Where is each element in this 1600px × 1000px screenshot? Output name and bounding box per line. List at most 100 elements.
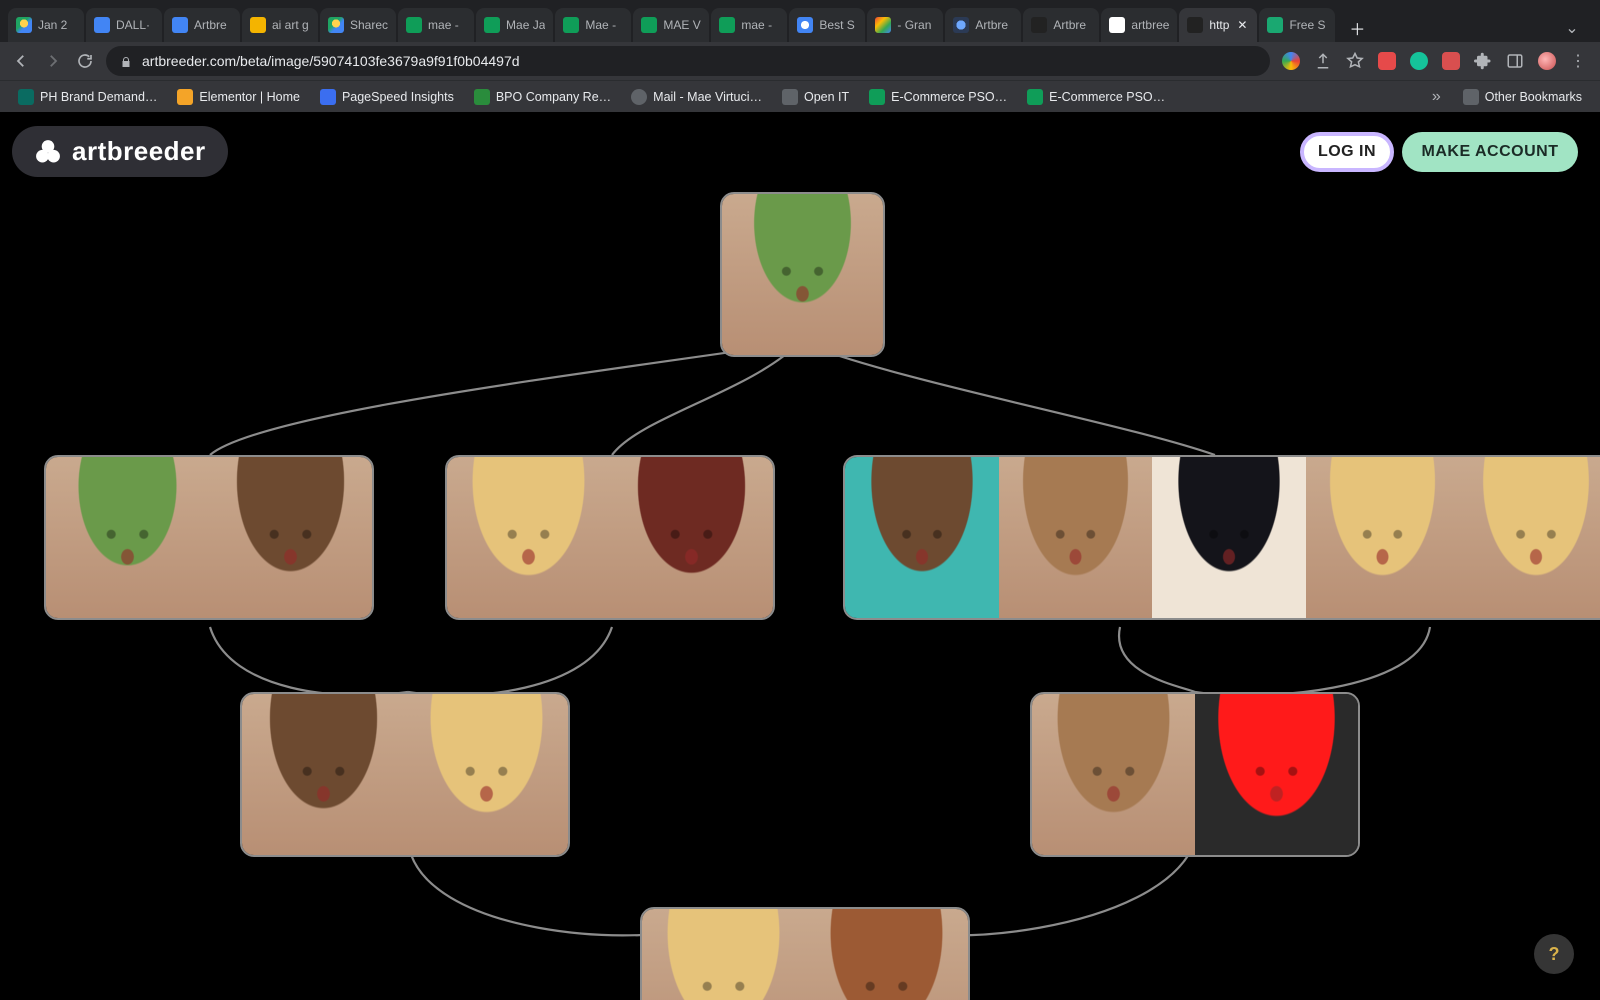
portrait-image (610, 457, 773, 618)
close-icon[interactable]: ✕ (1235, 18, 1249, 32)
bookmark-item[interactable]: E-Commerce PSO… (1019, 85, 1173, 109)
bookmark-icon (474, 89, 490, 105)
star-icon[interactable] (1344, 50, 1366, 72)
bookmark-label: E-Commerce PSO… (1049, 90, 1165, 104)
bookmark-item[interactable]: PH Brand Demand… (10, 85, 165, 109)
address-bar[interactable]: artbreeder.com/beta/image/59074103fe3679… (106, 46, 1270, 76)
portrait-image (1306, 457, 1460, 618)
tab-title: mae - (741, 18, 779, 32)
login-label: LOG IN (1318, 143, 1376, 161)
lineage-pair-node[interactable] (640, 907, 970, 1000)
browser-tab[interactable]: Sharec (320, 8, 396, 42)
sheets-icon (869, 89, 885, 105)
tab-title: Mae - (585, 18, 623, 32)
other-bookmarks-button[interactable]: Other Bookmarks (1455, 85, 1590, 109)
lineage-pair-node[interactable] (445, 455, 775, 620)
extensions-menu-icon[interactable] (1472, 50, 1494, 72)
tab-title: Free S (1289, 18, 1327, 32)
browser-tab[interactable]: Artbre (1023, 8, 1099, 42)
login-button[interactable]: LOG IN (1300, 132, 1394, 172)
lineage-pair-node[interactable] (1030, 692, 1360, 857)
tab-title: Artbre (1053, 18, 1091, 32)
bookmark-label: Mail - Mae Virtuci… (653, 90, 762, 104)
browser-tab[interactable]: artbree (1101, 8, 1177, 42)
extension-icon[interactable] (1376, 50, 1398, 72)
lineage-root-node[interactable] (720, 192, 885, 357)
browser-tab[interactable]: ai art g (242, 8, 318, 42)
browser-tab-active[interactable]: http ✕ (1179, 8, 1257, 42)
other-bookmarks-label: Other Bookmarks (1485, 90, 1582, 104)
forward-button[interactable] (42, 50, 64, 72)
bookmark-label: PageSpeed Insights (342, 90, 454, 104)
portrait-image (1152, 457, 1306, 618)
make-account-button[interactable]: MAKE ACCOUNT (1402, 132, 1578, 172)
portrait-image (805, 909, 968, 1000)
bookmark-label: BPO Company Re… (496, 90, 611, 104)
bookmark-item[interactable]: E-Commerce PSO… (861, 85, 1015, 109)
browser-tab[interactable]: mae - (711, 8, 787, 42)
browser-tab[interactable]: mae - (398, 8, 474, 42)
back-button[interactable] (10, 50, 32, 72)
lineage-pair-node[interactable] (240, 692, 570, 857)
browser-tab[interactable]: MAE V (633, 8, 709, 42)
sidepanel-icon[interactable] (1504, 50, 1526, 72)
site-icon (1267, 17, 1283, 33)
browser-tab[interactable]: Jan 2 (8, 8, 84, 42)
browser-tab[interactable]: Free S (1259, 8, 1335, 42)
lineage-group-node[interactable] (843, 455, 1600, 620)
profile-avatar[interactable] (1536, 50, 1558, 72)
tab-title: Best S (819, 18, 857, 32)
bookmark-item[interactable]: PageSpeed Insights (312, 85, 462, 109)
tab-title: DALL· (116, 18, 154, 32)
reload-button[interactable] (74, 50, 96, 72)
lineage-pair-node[interactable] (44, 455, 374, 620)
portrait-image (1195, 694, 1358, 855)
tab-title: artbree (1131, 18, 1169, 32)
tab-title: mae - (428, 18, 466, 32)
extension-icon[interactable] (1440, 50, 1462, 72)
bookmarks-overflow-icon[interactable]: » (1426, 88, 1447, 106)
portrait-image (642, 909, 805, 1000)
browser-tab[interactable]: Mae Ja (476, 8, 553, 42)
browser-tab[interactable]: Best S (789, 8, 865, 42)
share-icon[interactable] (1312, 50, 1334, 72)
tab-title: Artbre (975, 18, 1013, 32)
make-account-label: MAKE ACCOUNT (1422, 143, 1559, 161)
portrait-image (1032, 694, 1195, 855)
portrait-image (242, 694, 405, 855)
grammarly-extension-icon[interactable] (1408, 50, 1430, 72)
tab-title: http (1209, 18, 1229, 32)
google-translate-icon[interactable] (1280, 50, 1302, 72)
sheets-icon (1027, 89, 1043, 105)
help-button[interactable]: ? (1534, 934, 1574, 974)
browser-tab[interactable]: - Gran (867, 8, 943, 42)
new-tab-button[interactable]: ＋ (1343, 14, 1371, 42)
tab-title: ai art g (272, 18, 310, 32)
bookmark-item[interactable]: Mail - Mae Virtuci… (623, 85, 770, 109)
tabs-overflow-icon[interactable]: ⌄ (1558, 14, 1586, 42)
bookmark-item[interactable]: Open IT (774, 85, 857, 109)
browser-tab[interactable]: DALL· (86, 8, 162, 42)
bookmark-icon (18, 89, 34, 105)
artbreeder-logo[interactable]: artbreeder (12, 126, 228, 177)
bookmark-label: E-Commerce PSO… (891, 90, 1007, 104)
artbreeder-mark-icon (34, 138, 62, 166)
docs-icon (172, 17, 188, 33)
bookmark-icon (320, 89, 336, 105)
drive-icon (16, 17, 32, 33)
browser-tabstrip: Jan 2 DALL· Artbre ai art g Sharec mae -… (0, 0, 1600, 42)
chrome-menu-icon[interactable]: ⋮ (1568, 50, 1590, 72)
grammarly-icon (875, 17, 891, 33)
slides-icon (250, 17, 266, 33)
browser-tab[interactable]: Artbre (164, 8, 240, 42)
bookmark-item[interactable]: Elementor | Home (169, 85, 308, 109)
browser-tab[interactable]: Mae - (555, 8, 631, 42)
browser-tab[interactable]: Artbre (945, 8, 1021, 42)
tab-title: Mae Ja (506, 18, 545, 32)
portrait-image (1459, 457, 1600, 618)
bookmark-label: Elementor | Home (199, 90, 300, 104)
portrait-image (845, 457, 999, 618)
bookmark-item[interactable]: BPO Company Re… (466, 85, 619, 109)
sheets-icon (484, 17, 500, 33)
google-icon (1109, 17, 1125, 33)
